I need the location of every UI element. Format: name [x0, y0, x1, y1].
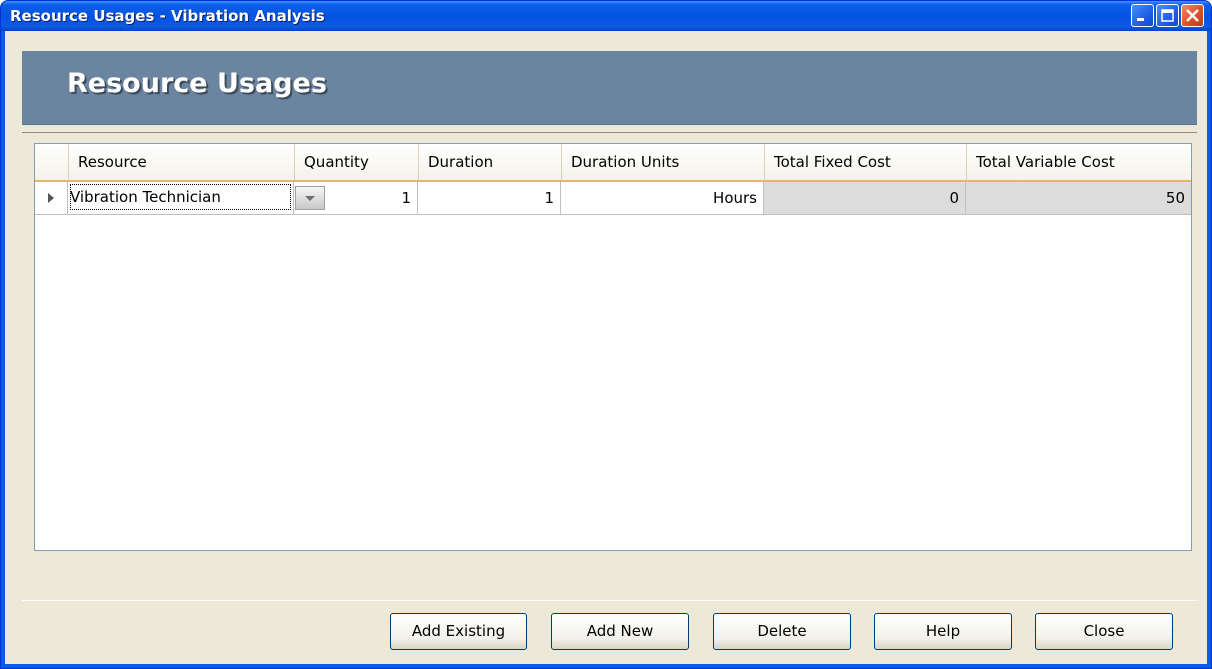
- resource-combo-cell[interactable]: Vibration Technician: [68, 182, 325, 214]
- page-banner: Resource Usages: [22, 51, 1197, 125]
- delete-button[interactable]: Delete: [713, 613, 851, 650]
- total-fixed-cost-cell: 0: [764, 182, 966, 214]
- column-header-resource[interactable]: Resource: [68, 144, 294, 180]
- total-variable-cost-cell: 50: [966, 182, 1191, 214]
- help-button[interactable]: Help: [874, 613, 1012, 650]
- quantity-cell[interactable]: 1: [294, 182, 418, 214]
- resource-usages-grid[interactable]: Resource Quantity Duration Duration Unit…: [34, 143, 1192, 551]
- close-button[interactable]: Close: [1035, 613, 1173, 650]
- dialog-window: Resource Usages - Vibration Analysis Res…: [0, 0, 1212, 669]
- column-header-duration[interactable]: Duration: [418, 144, 561, 180]
- add-existing-button[interactable]: Add Existing: [390, 613, 527, 650]
- column-header-quantity[interactable]: Quantity: [294, 144, 418, 180]
- page-title: Resource Usages: [67, 68, 327, 99]
- duration-units-cell[interactable]: Hours: [561, 182, 764, 214]
- column-header-total-variable-cost[interactable]: Total Variable Cost: [966, 144, 1191, 180]
- close-window-button[interactable]: [1181, 4, 1204, 27]
- resource-value: Vibration Technician: [70, 188, 221, 206]
- maximize-icon: [1161, 9, 1174, 22]
- grid-header: Resource Quantity Duration Duration Unit…: [35, 144, 1191, 182]
- column-header-total-fixed-cost[interactable]: Total Fixed Cost: [764, 144, 966, 180]
- window-title: Resource Usages - Vibration Analysis: [10, 7, 325, 25]
- close-icon: [1186, 9, 1199, 22]
- column-header-duration-units[interactable]: Duration Units: [561, 144, 764, 180]
- add-new-button[interactable]: Add New: [551, 613, 689, 650]
- title-bar[interactable]: Resource Usages - Vibration Analysis: [1, 1, 1211, 31]
- duration-cell[interactable]: 1: [418, 182, 561, 214]
- row-selector[interactable]: [35, 182, 68, 214]
- content-panel: Resource Quantity Duration Duration Unit…: [22, 132, 1197, 601]
- minimize-button[interactable]: [1131, 4, 1154, 27]
- minimize-icon: [1137, 18, 1144, 21]
- maximize-button[interactable]: [1156, 4, 1179, 27]
- row-indicator-icon: [48, 193, 54, 203]
- table-row[interactable]: Vibration Technician 1 1 Hours 0 50: [35, 182, 1191, 215]
